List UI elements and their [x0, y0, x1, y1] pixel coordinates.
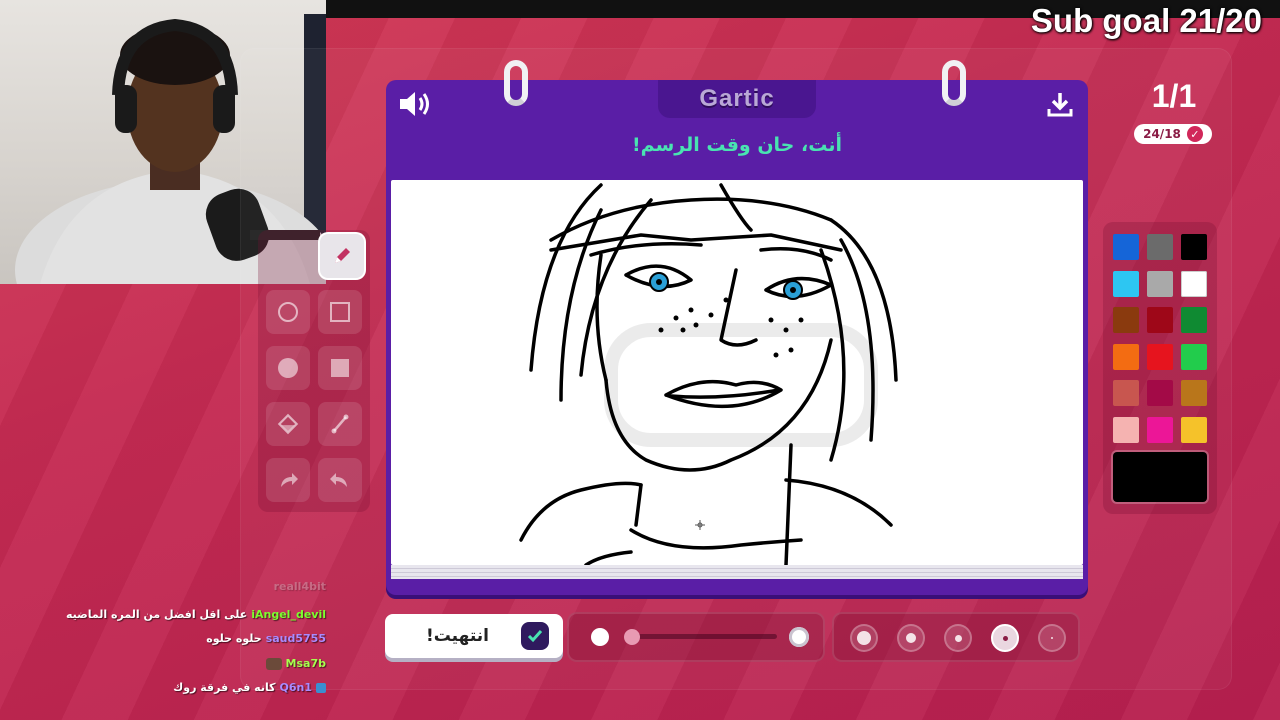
line-icon: [331, 414, 349, 434]
check-badge-icon: [521, 622, 549, 650]
chat-username: saud5755: [265, 632, 326, 645]
color-swatch[interactable]: [1113, 307, 1139, 333]
undo-button[interactable]: [266, 458, 310, 502]
opacity-max-icon: [789, 627, 809, 647]
circle-outline-tool-button[interactable]: [266, 290, 310, 334]
undo-icon: [281, 473, 298, 487]
color-swatch[interactable]: [1113, 380, 1139, 406]
crosshair-cursor: [695, 520, 705, 530]
speaker-icon: [400, 92, 429, 116]
pencil-tool-button[interactable]: [320, 234, 364, 278]
brush-size-option[interactable]: [1038, 624, 1066, 652]
circle-outline-icon: [278, 302, 298, 322]
color-swatch[interactable]: [1147, 380, 1173, 406]
done-button[interactable]: انتهيت!: [385, 614, 563, 658]
selected-color-preview: [1113, 452, 1207, 502]
circle-fill-tool-button[interactable]: [266, 346, 310, 390]
opacity-slider-panel: [567, 612, 825, 662]
color-swatch[interactable]: [1181, 380, 1207, 406]
chat-username: Msa7b: [285, 657, 326, 670]
rectangle-outline-tool-button[interactable]: [318, 290, 362, 334]
done-button-label: انتهيت!: [425, 626, 489, 646]
circle-fill-icon: [278, 358, 298, 378]
drawing-prompt: أنت، حان وقت الرسم!: [632, 134, 842, 156]
chat-message-text: حلوه حلوه: [206, 632, 262, 645]
redo-button[interactable]: [318, 458, 362, 502]
color-swatch[interactable]: [1147, 234, 1173, 260]
color-swatch[interactable]: [1147, 307, 1173, 333]
round-counter: 1/1: [1151, 78, 1197, 114]
color-swatch[interactable]: [1181, 343, 1207, 370]
brush-size-panel: [832, 612, 1080, 662]
color-swatch[interactable]: [1181, 270, 1207, 297]
sound-button[interactable]: [398, 90, 434, 122]
paper-stack-edge: [391, 565, 1083, 579]
color-swatch[interactable]: [1113, 416, 1139, 443]
chat-username: iAngel_devil: [251, 608, 326, 621]
chat-badge-icon: [316, 682, 326, 693]
line-tool-button[interactable]: [318, 402, 362, 446]
chat-message: Msa7b: [265, 657, 326, 670]
brush-size-option[interactable]: [944, 624, 972, 652]
players-count-badge: 24/18 ✓: [1134, 124, 1212, 144]
chat-message: كانه في فرقة روك Q6n1: [173, 681, 326, 694]
color-swatch[interactable]: [1181, 234, 1207, 260]
card-header: Gartic أنت، حان وقت الرسم!: [386, 80, 1088, 176]
chat-message-text: كانه في فرقة روك: [173, 681, 276, 694]
chat-message: على اقل افضل من المره الماضيه iAngel_dev…: [66, 608, 326, 621]
brush-size-option[interactable]: [850, 624, 878, 652]
brush-size-option-selected[interactable]: [991, 624, 1019, 652]
square-outline-icon: [330, 302, 350, 322]
opacity-min-icon: [591, 628, 609, 646]
square-fill-icon: [331, 359, 349, 377]
paint-bucket-icon: [277, 413, 299, 435]
drawing-card: Gartic أنت، حان وقت الرسم!: [386, 60, 1088, 595]
color-swatch[interactable]: [1113, 270, 1139, 297]
face-drawing: [519, 183, 898, 565]
download-icon: [1047, 93, 1073, 117]
tool-panel: [258, 230, 370, 512]
players-count: 24/18: [1143, 127, 1181, 141]
color-palette: [1103, 222, 1217, 514]
gartic-logo-tab: Gartic: [658, 80, 816, 118]
chat-message: حلوه حلوه saud5755: [206, 632, 326, 645]
chat-username: Q6n1: [279, 681, 313, 694]
color-swatch[interactable]: [1147, 270, 1173, 297]
redo-icon: [330, 473, 347, 487]
fill-bucket-tool-button[interactable]: [266, 402, 310, 446]
chat-message-text: على اقل افضل من المره الماضيه: [66, 608, 248, 621]
color-swatch[interactable]: [1147, 416, 1173, 443]
drawing-canvas[interactable]: [391, 180, 1083, 565]
chat-message: reall4bit: [270, 580, 326, 593]
chat-username: reall4bit: [273, 580, 326, 593]
rectangle-fill-tool-button[interactable]: [318, 346, 362, 390]
brush-size-option[interactable]: [897, 624, 925, 652]
sub-goal-text: Sub goal 21/20: [1030, 2, 1262, 39]
color-swatch[interactable]: [1113, 234, 1139, 260]
color-swatch[interactable]: [1113, 343, 1139, 370]
color-swatch[interactable]: [1181, 416, 1207, 443]
opacity-slider-knob[interactable]: [624, 629, 640, 645]
color-swatch[interactable]: [1181, 307, 1207, 333]
pencil-icon: [335, 248, 350, 263]
check-icon: ✓: [1186, 126, 1203, 142]
gartic-logo: Gartic: [699, 85, 775, 112]
chat-emote-icon: [265, 657, 282, 670]
opacity-slider-track[interactable]: [627, 634, 777, 639]
color-swatch[interactable]: [1147, 343, 1173, 370]
download-button[interactable]: [1046, 90, 1074, 122]
